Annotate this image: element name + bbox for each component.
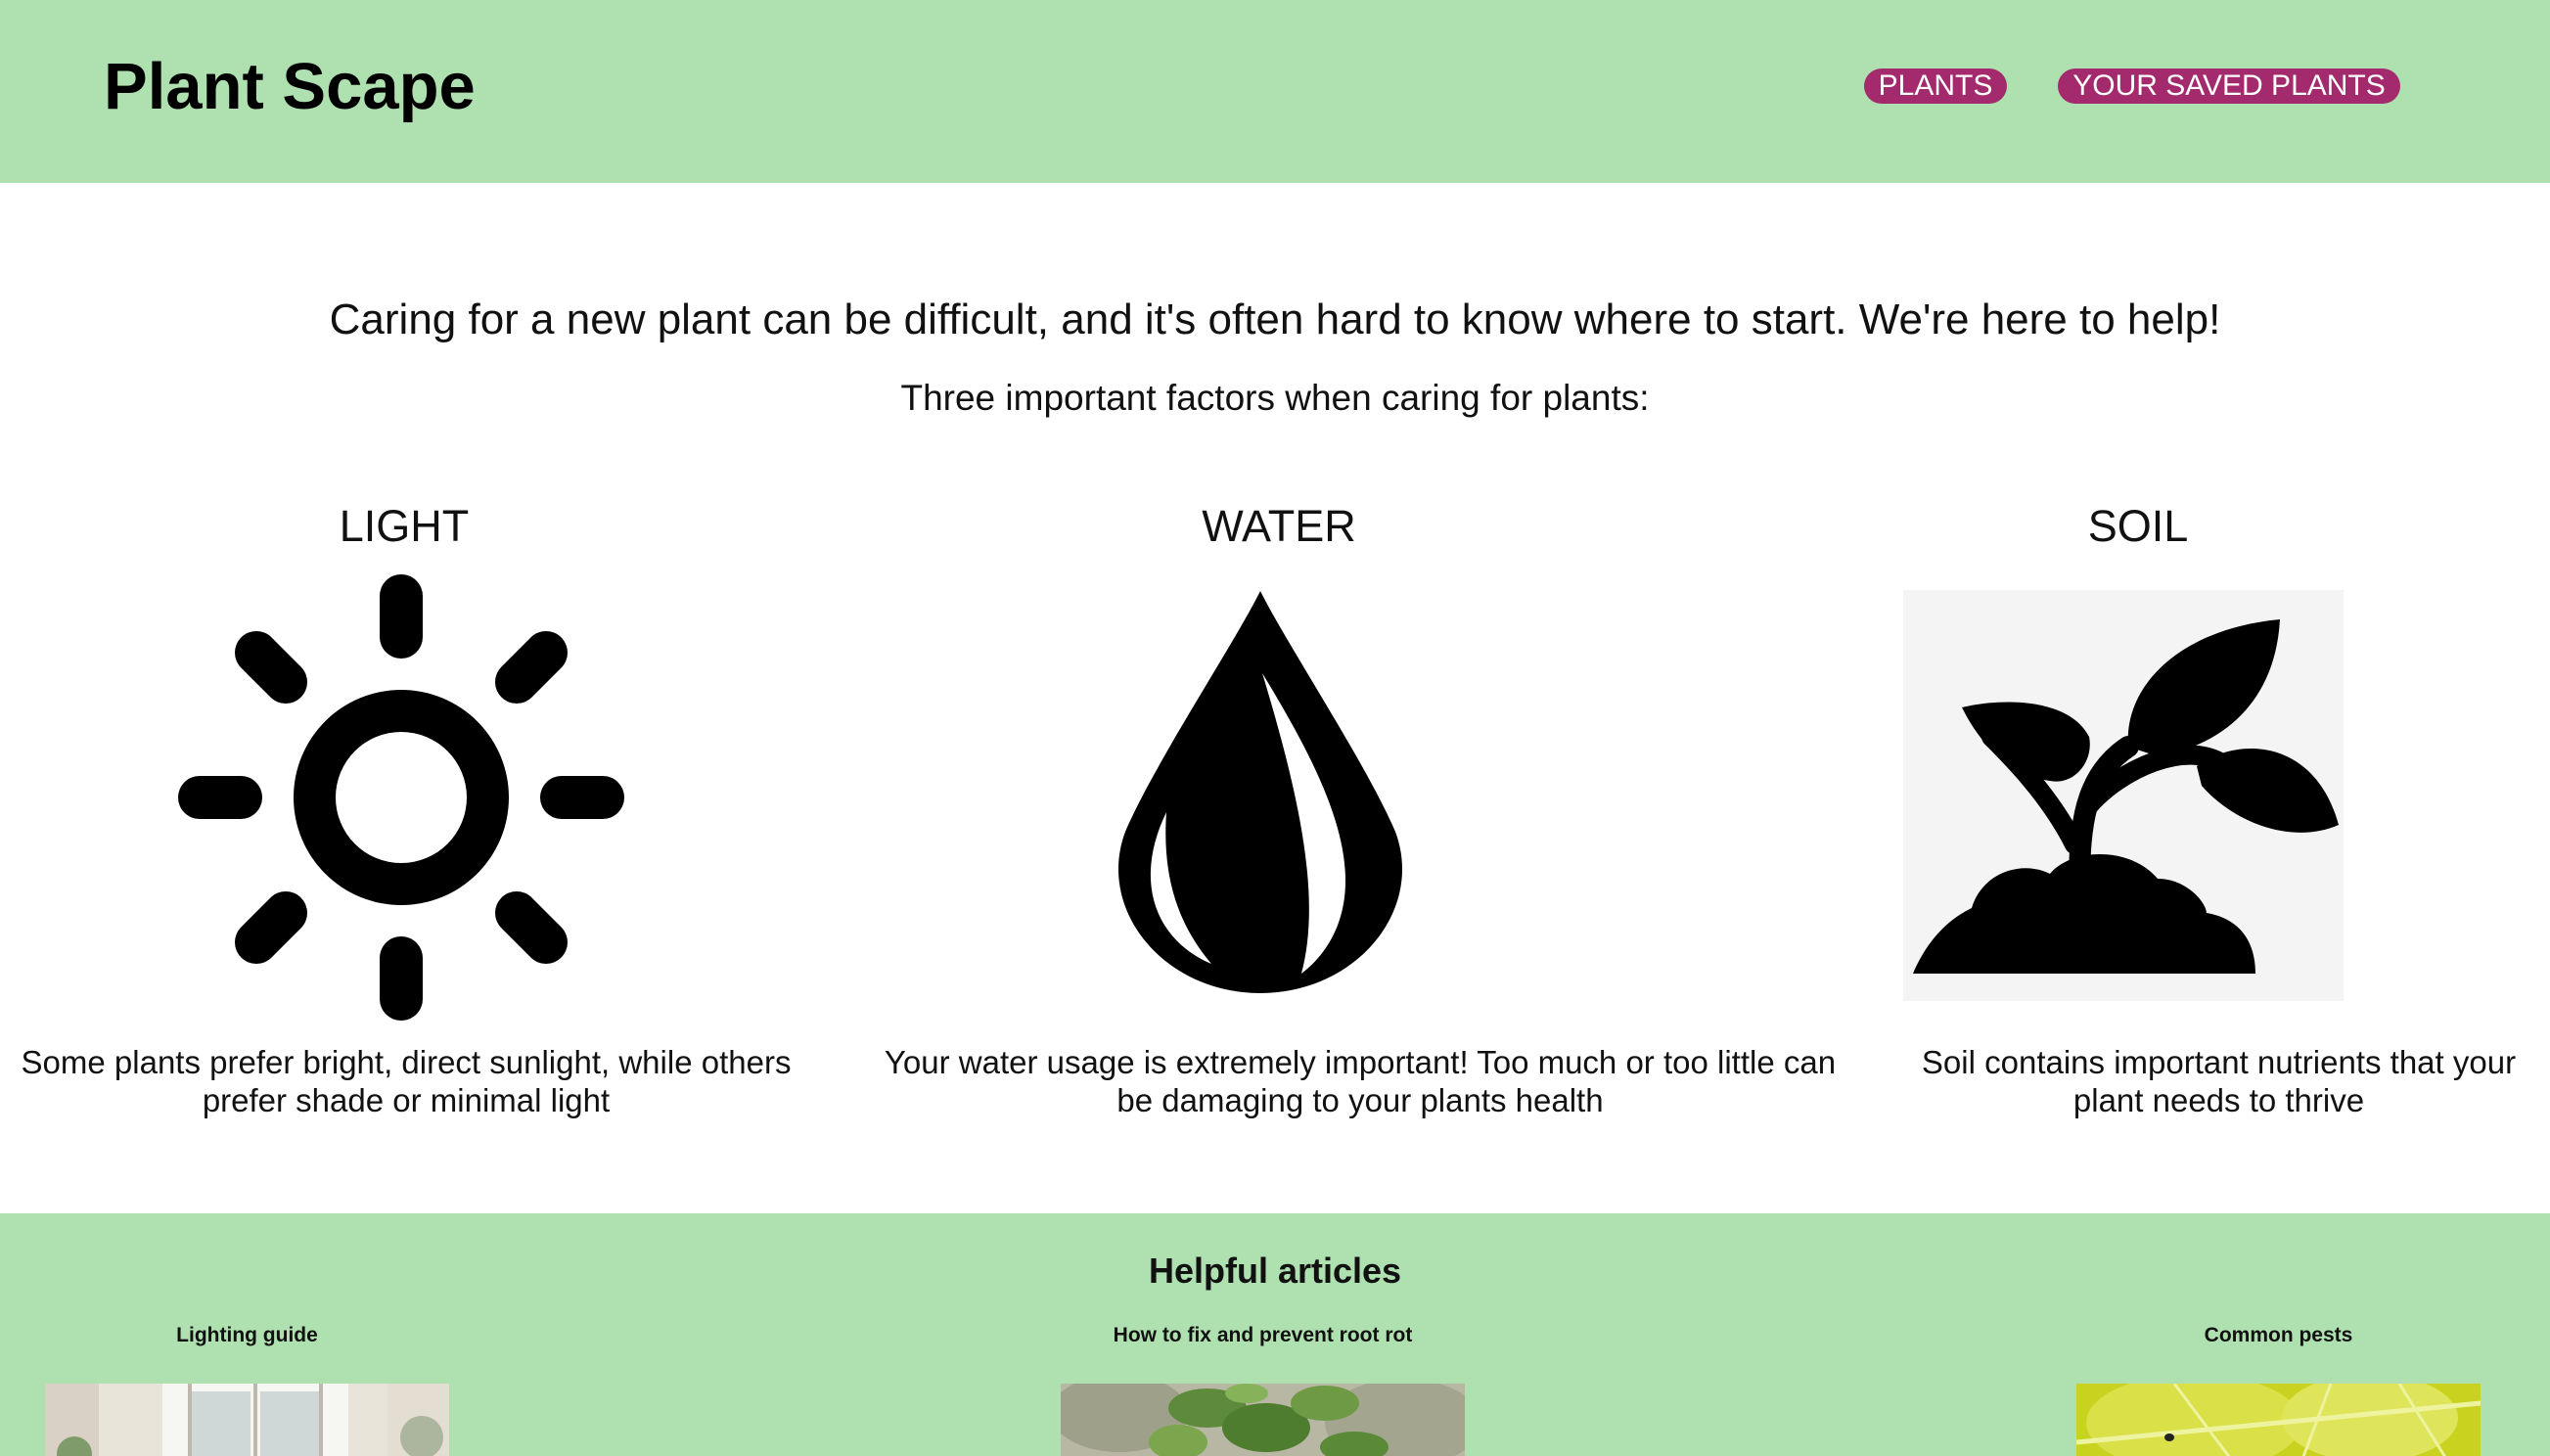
article-lighting-guide-image[interactable]: [45, 1384, 449, 1456]
articles-section: Helpful articles Lighting guide How to f…: [0, 1213, 2550, 1456]
intro-text: Caring for a new plant can be difficult,…: [329, 296, 2221, 343]
light-title: LIGHT: [339, 501, 470, 551]
soil-title: SOIL: [2087, 501, 2189, 551]
water-description: Your water usage is extremely important!…: [884, 1044, 1837, 1118]
sprout-icon: [1903, 590, 2344, 1001]
water-title: WATER: [1202, 501, 1356, 551]
nav-saved-plants-button[interactable]: YOUR SAVED PLANTS: [2058, 68, 2400, 104]
article-lighting-guide-link[interactable]: Lighting guide: [45, 1324, 449, 1347]
nav-plants-button[interactable]: PLANTS: [1864, 68, 2007, 104]
article-root-rot-link[interactable]: How to fix and prevent root rot: [1061, 1324, 1465, 1347]
article-common-pests-image[interactable]: [2076, 1384, 2481, 1456]
water-drop-icon: [1116, 587, 1409, 998]
article-root-rot-image[interactable]: [1061, 1384, 1465, 1456]
site-title[interactable]: Plant Scape: [104, 49, 476, 124]
article-common-pests-link[interactable]: Common pests: [2076, 1324, 2481, 1347]
soil-description: Soil contains important nutrients that y…: [1921, 1044, 2517, 1118]
intro-subtitle: Three important factors when caring for …: [900, 378, 1650, 418]
site-header: Plant Scape PLANTS YOUR SAVED PLANTS: [0, 0, 2550, 183]
articles-heading: Helpful articles: [1148, 1251, 1402, 1291]
sun-icon: [176, 572, 626, 1023]
light-description: Some plants prefer bright, direct sunlig…: [21, 1044, 792, 1118]
